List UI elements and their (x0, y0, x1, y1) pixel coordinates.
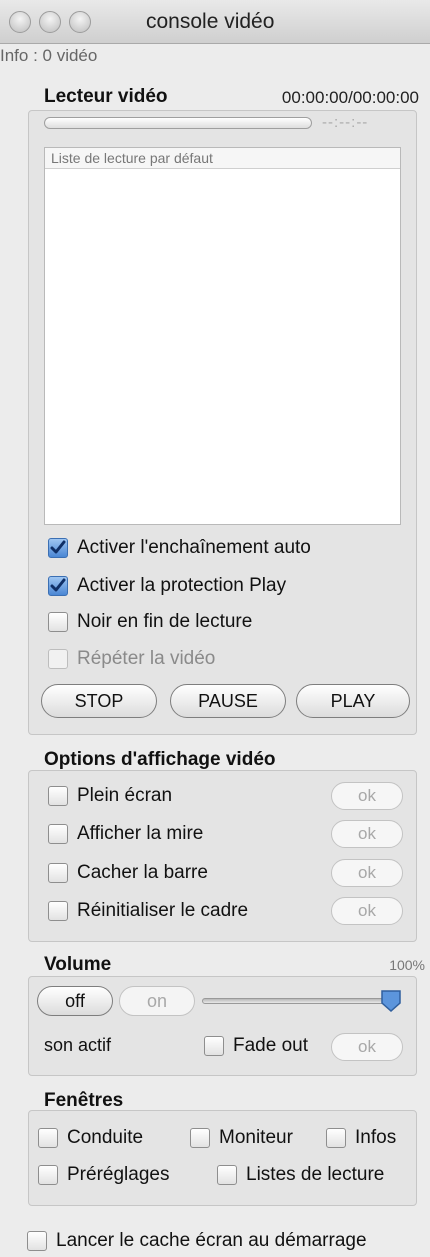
playlists-label: Listes de lecture (246, 1164, 385, 1185)
auto-chain-checkbox[interactable]: Activer l'enchaînement auto (48, 537, 311, 559)
checkbox-box[interactable] (48, 901, 68, 921)
conduite-checkbox[interactable]: Conduite (38, 1127, 143, 1149)
checkbox-box[interactable] (326, 1128, 346, 1148)
screensaver-checkbox[interactable]: Lancer le cache écran au démarrage (27, 1230, 367, 1252)
checkbox-box[interactable] (48, 863, 68, 883)
show-test-pattern-label: Afficher la mire (77, 823, 204, 844)
show-test-pattern-checkbox[interactable]: Afficher la mire (48, 823, 203, 845)
checkbox-box[interactable] (217, 1165, 237, 1185)
conduite-label: Conduite (67, 1127, 144, 1148)
fullscreen-checkbox[interactable]: Plein écran (48, 785, 172, 807)
moniteur-label: Moniteur (219, 1127, 293, 1148)
pause-button[interactable]: PAUSE (170, 684, 286, 718)
reset-frame-label: Réinitialiser le cadre (77, 900, 249, 921)
playlist-view[interactable]: Liste de lecture par défaut (44, 147, 401, 525)
auto-chain-label: Activer l'enchaînement auto (77, 537, 311, 558)
moniteur-checkbox[interactable]: Moniteur (190, 1127, 293, 1149)
infos-checkbox[interactable]: Infos (326, 1127, 396, 1149)
window-title: console vidéo (146, 10, 275, 33)
checkbox-box[interactable] (38, 1128, 58, 1148)
infos-label: Infos (355, 1127, 397, 1148)
playlists-checkbox[interactable]: Listes de lecture (217, 1164, 384, 1186)
black-at-end-label: Noir en fin de lecture (77, 611, 253, 632)
checkbox-box[interactable] (190, 1128, 210, 1148)
player-section-title: Lecteur vidéo (44, 86, 168, 107)
sound-status: son actif (44, 1035, 112, 1055)
checkbox-box[interactable] (27, 1231, 47, 1251)
play-button[interactable]: PLAY (296, 684, 410, 718)
player-timecode: 00:00:00/00:00:00 (281, 88, 419, 107)
window-titlebar[interactable]: console vidéo (0, 0, 430, 44)
fade-out-checkbox[interactable]: Fade out (204, 1035, 308, 1057)
fade-out-label: Fade out (233, 1035, 308, 1056)
volume-on-button[interactable]: on (119, 986, 195, 1016)
play-protection-checkbox[interactable]: Activer la protection Play (48, 575, 286, 597)
fullscreen-ok-button[interactable]: ok (331, 782, 403, 810)
zoom-window-button[interactable] (69, 11, 91, 33)
hide-bar-ok-button[interactable]: ok (331, 859, 403, 887)
volume-slider-thumb[interactable] (380, 989, 402, 1013)
windows-section-title: Fenêtres (44, 1090, 124, 1111)
checkmark-icon[interactable] (48, 538, 68, 558)
checkbox-box[interactable] (48, 824, 68, 844)
display-options-title: Options d'affichage vidéo (44, 749, 276, 770)
fullscreen-label: Plein écran (77, 785, 173, 806)
presets-checkbox[interactable]: Préréglages (38, 1164, 169, 1186)
volume-percent: 100% (389, 957, 425, 973)
checkbox-box[interactable] (48, 649, 68, 669)
info-status: Info : 0 vidéo (0, 46, 98, 65)
screensaver-label: Lancer le cache écran au démarrage (56, 1230, 367, 1251)
checkbox-box[interactable] (38, 1165, 58, 1185)
reset-frame-ok-button[interactable]: ok (331, 897, 403, 925)
checkmark-icon[interactable] (48, 576, 68, 596)
volume-section-title: Volume (44, 954, 112, 975)
remaining-time: --:--:-- (322, 114, 369, 131)
volume-slider[interactable] (202, 990, 401, 1013)
reset-frame-checkbox[interactable]: Réinitialiser le cadre (48, 900, 248, 922)
stop-button[interactable]: STOP (41, 684, 157, 718)
playlist-header: Liste de lecture par défaut (45, 148, 400, 169)
volume-off-button[interactable]: off (37, 986, 113, 1016)
close-window-button[interactable] (9, 11, 31, 33)
minimize-window-button[interactable] (39, 11, 61, 33)
fade-out-ok-button[interactable]: ok (331, 1033, 403, 1061)
presets-label: Préréglages (67, 1164, 170, 1185)
hide-bar-label: Cacher la barre (77, 862, 208, 883)
repeat-video-label: Répéter la vidéo (77, 648, 216, 669)
checkbox-box[interactable] (204, 1036, 224, 1056)
play-protection-label: Activer la protection Play (77, 575, 287, 596)
playback-progress-bar[interactable] (44, 117, 312, 129)
checkbox-box[interactable] (48, 786, 68, 806)
hide-bar-checkbox[interactable]: Cacher la barre (48, 862, 208, 884)
test-pattern-ok-button[interactable]: ok (331, 820, 403, 848)
windows-box (28, 1110, 417, 1206)
black-at-end-checkbox[interactable]: Noir en fin de lecture (48, 611, 252, 633)
repeat-video-checkbox[interactable]: Répéter la vidéo (48, 648, 215, 670)
checkbox-box[interactable] (48, 612, 68, 632)
